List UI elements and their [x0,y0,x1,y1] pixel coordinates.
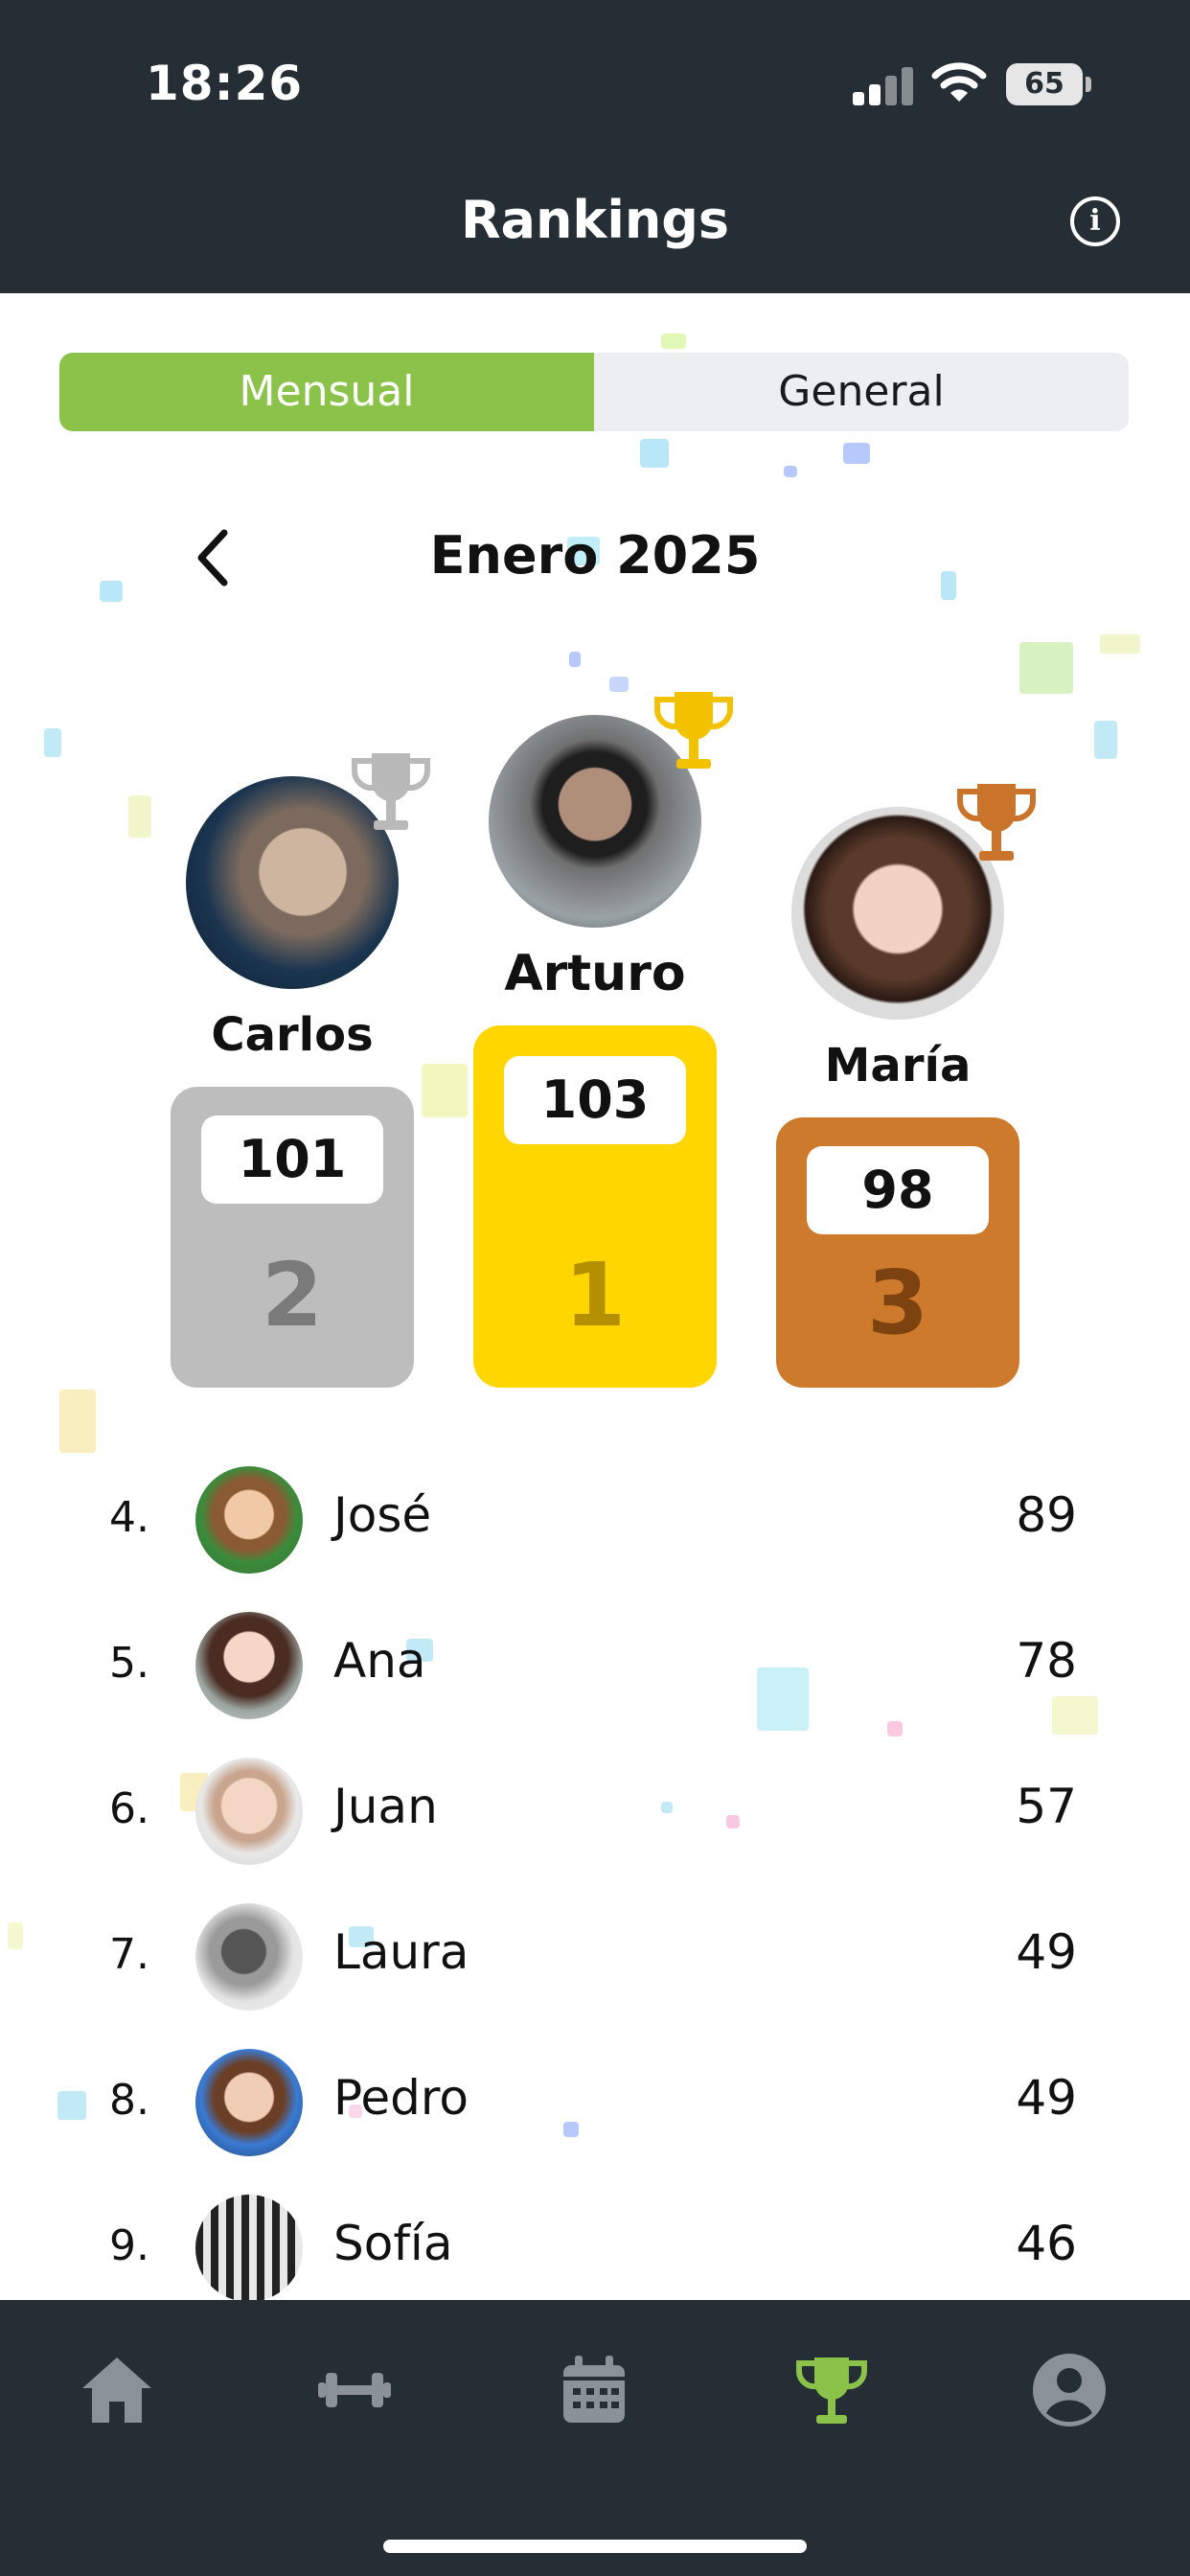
avatar [195,1758,303,1865]
podium-rank-first: 1 [563,1244,626,1346]
ranking-name: Pedro [333,2070,469,2126]
avatar [195,2049,303,2156]
ranking-row[interactable]: 5. Ana 78 [0,1595,1190,1738]
header-bar: 18:26 65 Rankings i [0,0,1190,293]
trophy-icon-first [653,692,734,769]
battery-indicator: 65 [1006,63,1083,105]
podium-score-second: 101 [201,1116,383,1204]
dumbbell-icon[interactable] [314,2350,395,2430]
bottom-nav [0,2300,1190,2576]
period-label: Enero 2025 [429,525,761,586]
battery-tip [1086,77,1091,92]
podium-rank-third: 3 [866,1252,928,1354]
ranking-row[interactable]: 4. José 89 [0,1449,1190,1593]
ranking-row[interactable]: 6. Juan 57 [0,1740,1190,1884]
wifi-icon [931,62,987,102]
ranking-row[interactable]: 7. Laura 49 [0,1886,1190,2030]
ranking-score: 49 [1016,2070,1077,2126]
podium-score-third: 98 [807,1146,989,1234]
ranking-position: 4. [109,1493,149,1542]
podium-name-third: María [824,1039,972,1092]
avatar [195,1466,303,1574]
ranking-position: 8. [109,2076,149,2125]
podium-block-third: 98 3 [776,1117,1019,1388]
podium-block-first: 103 1 [473,1025,717,1388]
ranking-score: 89 [1016,1487,1077,1543]
calendar-icon[interactable] [554,2350,634,2430]
ranking-name: Laura [333,1924,469,1980]
signal-icon [853,65,914,105]
avatar [195,2195,303,2302]
info-icon[interactable]: i [1070,196,1120,246]
home-indicator [383,2540,807,2553]
ranking-score: 57 [1016,1779,1077,1834]
tab-mensual[interactable]: Mensual [59,353,594,431]
trophy-icon-third [956,784,1037,861]
podium-rank-second: 2 [261,1244,323,1346]
status-time: 18:26 [146,56,304,111]
podium-block-second: 101 2 [171,1087,414,1388]
ranking-score: 49 [1016,1924,1077,1980]
profile-icon[interactable] [1029,2350,1110,2430]
ranking-position: 9. [109,2221,149,2270]
trophy-icon-second [351,753,431,830]
podium-name-second: Carlos [211,1008,374,1062]
trophy-icon[interactable] [791,2350,872,2430]
ranking-name: Sofía [333,2216,453,2271]
ranking-name: José [333,1487,432,1543]
tab-general[interactable]: General [594,353,1129,431]
ranking-score: 46 [1016,2216,1077,2271]
avatar [195,1612,303,1719]
ranking-row[interactable]: 8. Pedro 49 [0,2032,1190,2175]
ranking-position: 5. [109,1639,149,1688]
page-title: Rankings [460,190,730,250]
podium-name-first: Arturo [504,945,686,1002]
ranking-name: Ana [333,1633,426,1689]
ranking-name: Juan [333,1779,438,1834]
podium-score-first: 103 [504,1056,686,1144]
home-icon[interactable] [77,2350,157,2430]
avatar [195,1903,303,2011]
ranking-score: 78 [1016,1633,1077,1689]
ranking-position: 7. [109,1930,149,1979]
ranking-position: 6. [109,1784,149,1833]
ranking-type-tabs: Mensual General [59,353,1129,431]
